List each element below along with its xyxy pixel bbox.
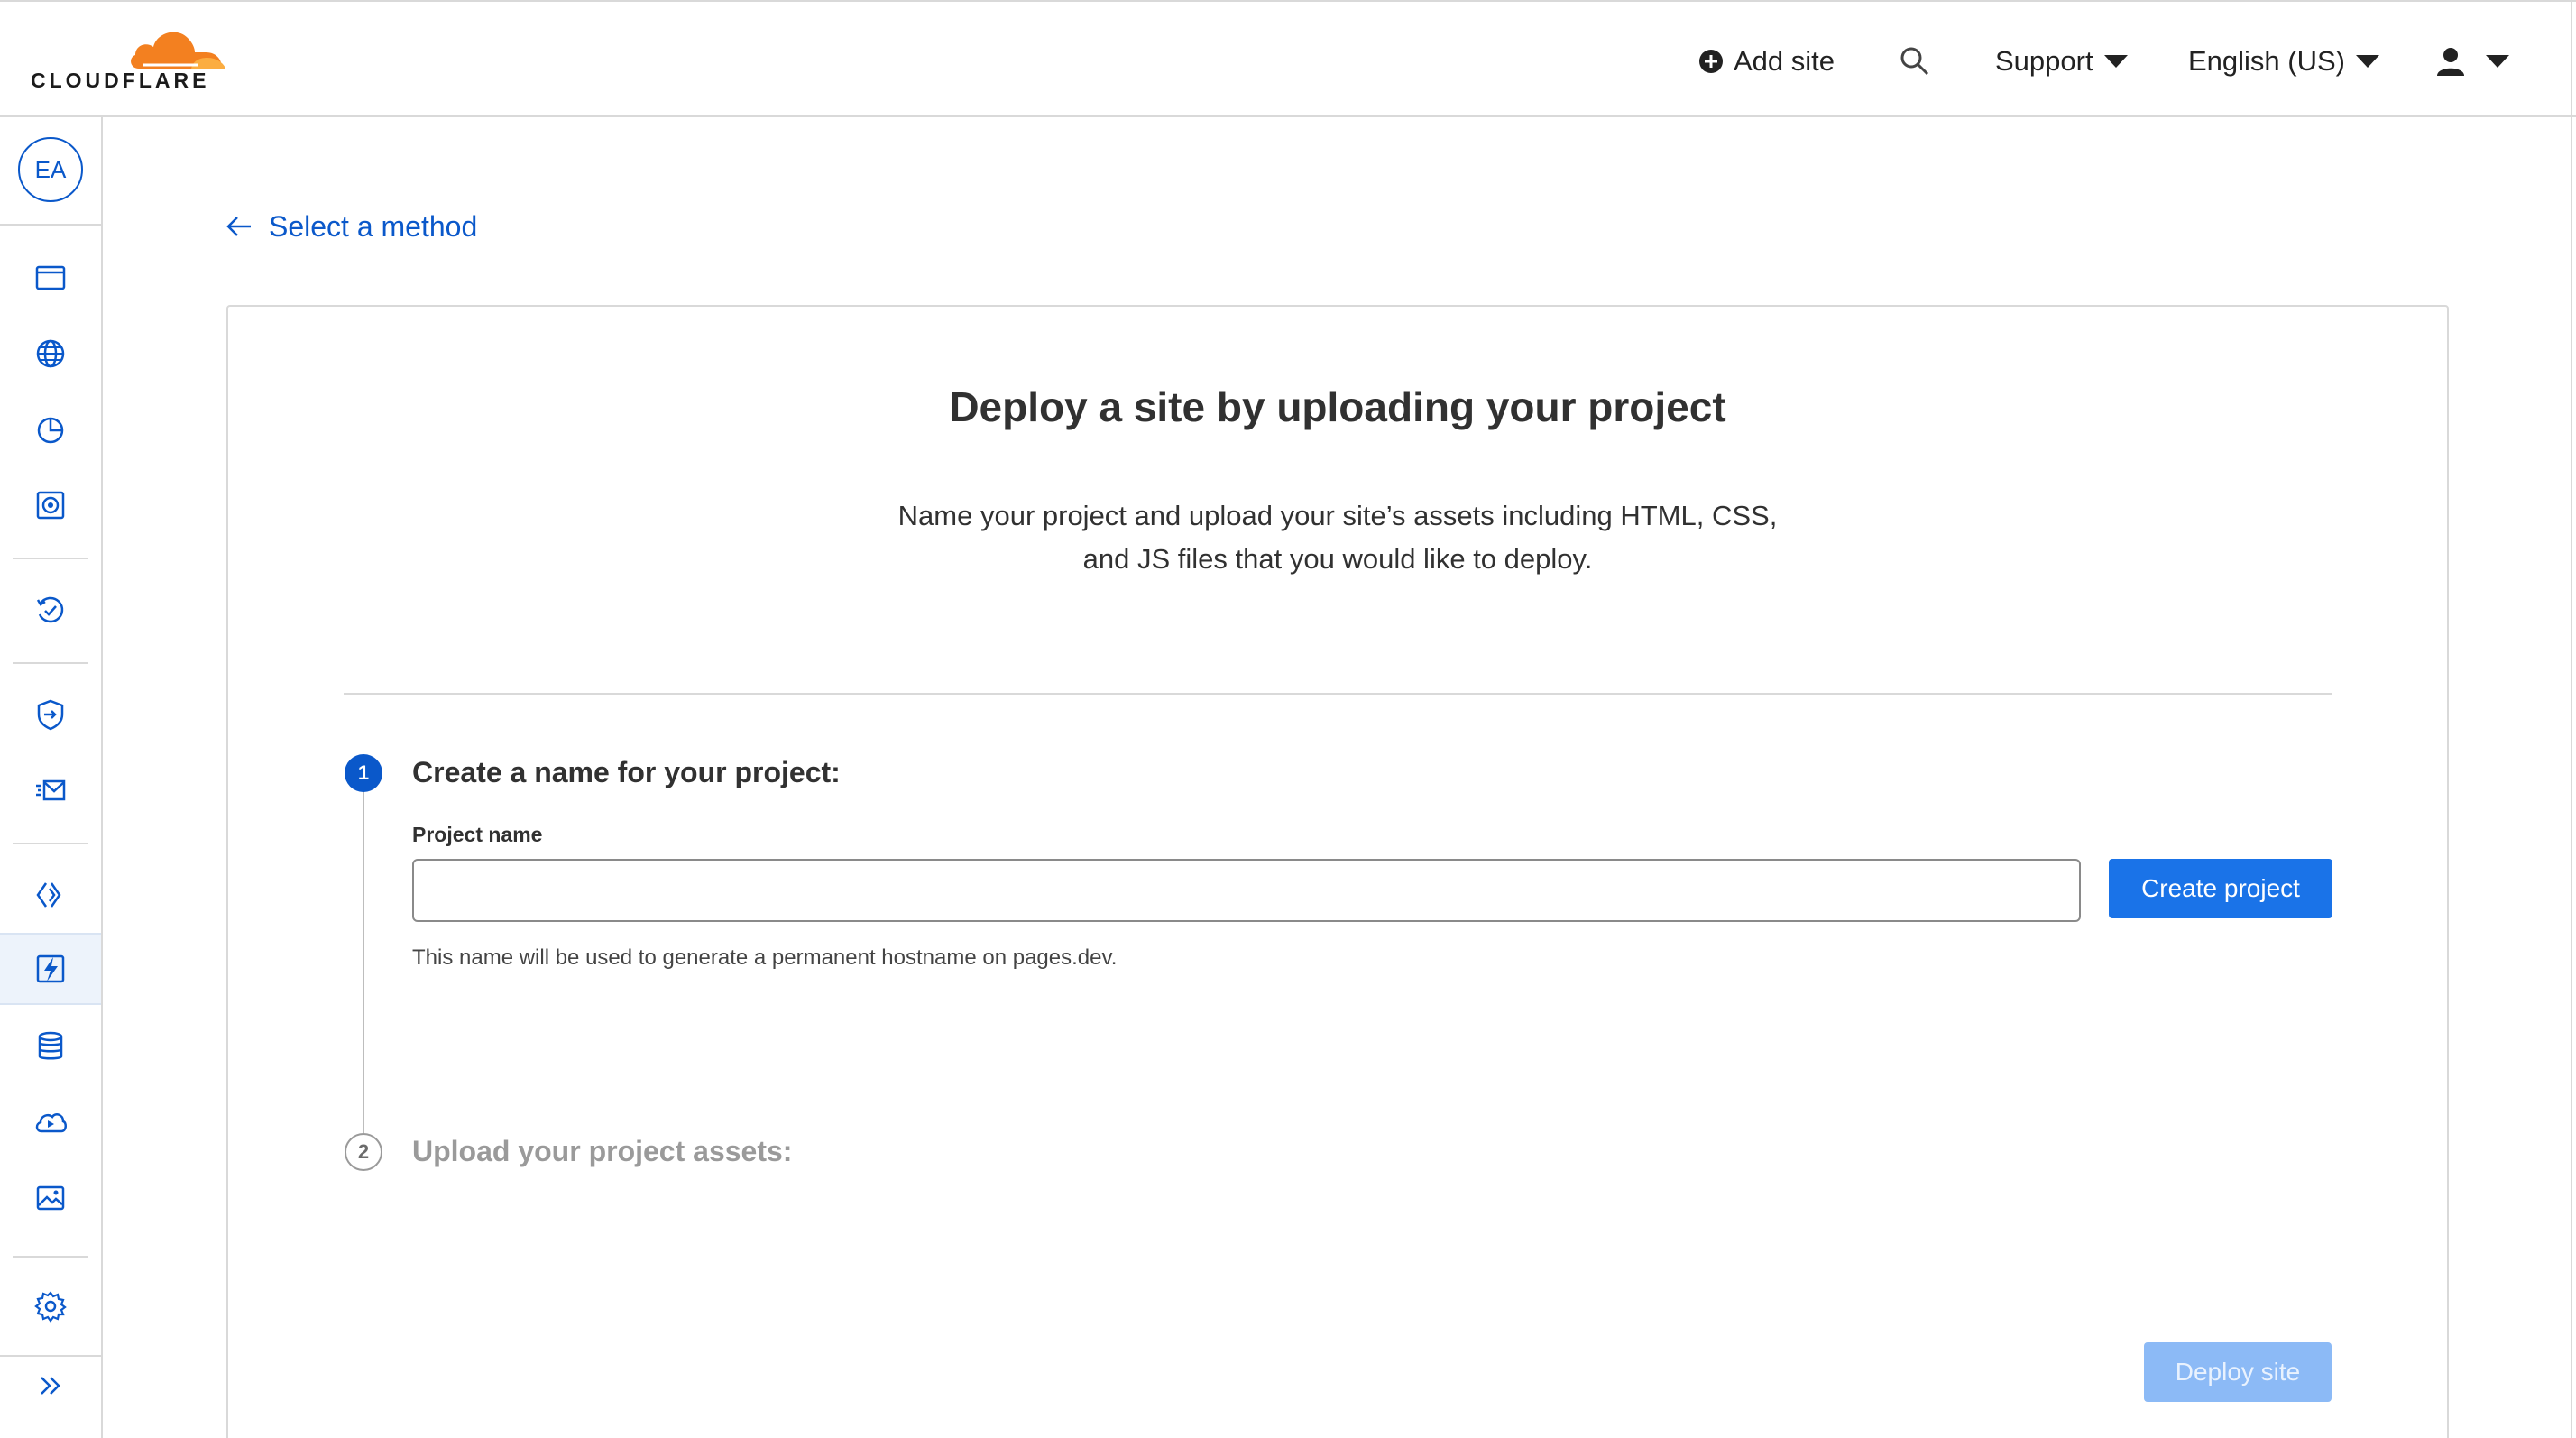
zero-trust-icon [37,699,64,731]
plus-circle-icon [1699,50,1723,73]
sidebar-item-pages[interactable] [0,933,101,1005]
sidebar-item-security-center[interactable] [0,469,101,541]
top-bar: CLOUDFLARE Add site Support English (US) [0,0,2576,117]
pages-icon [36,954,65,983]
sidebar: EA [0,117,103,1438]
window-edge [2571,0,2572,1438]
stream-icon [35,1113,67,1133]
create-project-button[interactable]: Create project [2109,859,2332,918]
expand-icon [41,1377,60,1395]
images-icon [36,1185,65,1211]
user-icon [2437,48,2464,76]
page-title: Deploy a site by uploading your project [949,383,1726,430]
deploy-card: Deploy a site by uploading your project … [226,305,2449,1438]
cloudflare-cloud-icon [131,32,225,69]
account-avatar[interactable]: EA [18,137,83,202]
sidebar-item-analytics[interactable] [0,393,101,466]
workers-icon [36,882,61,908]
card-divider [344,693,2332,695]
arrow-left-icon [226,217,251,236]
sidebar-divider [13,558,88,559]
trace-icon [36,596,64,623]
sidebar-item-storage[interactable] [0,1010,101,1083]
sidebar-divider [13,1256,88,1258]
settings-icon [34,1291,67,1323]
sidebar-divider [13,662,88,664]
page-description: Name your project and upload your site’s… [228,494,2447,581]
back-link-select-method[interactable]: Select a method [225,206,477,247]
add-site-button[interactable]: Add site [1697,41,1835,81]
description-line-1: Name your project and upload your site’s… [897,500,1778,531]
step-1-indicator: 1 [345,754,382,792]
search-button[interactable] [1900,41,1930,81]
sidebar-item-stream[interactable] [0,1086,101,1158]
back-link-label: Select a method [269,209,478,243]
language-label: English (US) [2188,45,2345,77]
sidebar-item-workers[interactable] [0,859,101,931]
sidebar-item-email[interactable] [0,754,101,826]
sidebar-expand-button[interactable] [0,1350,101,1422]
project-name-input[interactable] [412,859,2081,922]
chevron-down-icon [2103,55,2128,68]
sidebar-item-images[interactable] [0,1162,101,1234]
user-menu[interactable] [2435,41,2509,81]
sidebar-divider [13,843,88,844]
support-label: Support [1995,45,2093,77]
search-icon [1900,47,1929,76]
sidebar-item-websites[interactable] [0,242,101,314]
globe-icon [36,339,65,368]
websites-icon [35,265,66,290]
project-name-hint: This name will be used to generate a per… [412,945,1118,970]
language-dropdown[interactable]: English (US) [2188,41,2379,81]
sidebar-divider [0,224,101,226]
analytics-icon [37,417,64,444]
sidebar-item-settings[interactable] [0,1270,101,1342]
email-icon [36,779,66,801]
security-center-icon [36,491,65,520]
add-site-label: Add site [1734,45,1835,77]
chevron-down-icon [2486,55,2509,68]
cloudflare-logo[interactable]: CLOUDFLARE [29,25,227,97]
description-line-2: and JS files that you would like to depl… [1082,543,1593,575]
logo-text: CLOUDFLARE [31,69,210,92]
step-2-title: Upload your project assets: [412,1135,793,1167]
support-dropdown[interactable]: Support [1995,41,2128,81]
sidebar-item-trace[interactable] [0,574,101,646]
step-1-title: Create a name for your project: [412,756,841,788]
sidebar-item-zero-trust[interactable] [0,678,101,751]
deploy-site-button[interactable]: Deploy site [2144,1342,2332,1402]
database-icon [38,1031,63,1060]
sidebar-item-domains[interactable] [0,318,101,390]
chevron-down-icon [2356,55,2379,68]
step-connector [363,790,364,1133]
project-name-label: Project name [412,823,543,846]
step-2-indicator: 2 [345,1133,382,1171]
